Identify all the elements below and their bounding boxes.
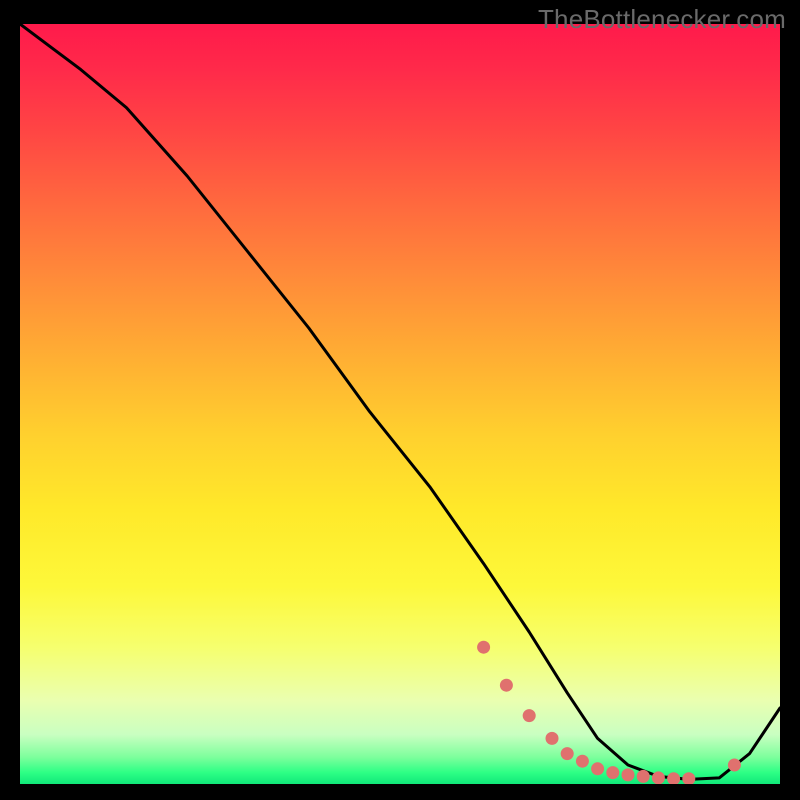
highlight-markers (477, 641, 741, 784)
marker-point (477, 641, 490, 654)
marker-point (682, 772, 695, 784)
plot-area (20, 24, 780, 784)
marker-point (576, 755, 589, 768)
marker-point (728, 759, 741, 772)
chart-frame: TheBottlenecker.com (0, 0, 800, 800)
marker-point (591, 762, 604, 775)
watermark-text: TheBottlenecker.com (538, 4, 786, 35)
marker-point (606, 766, 619, 779)
curve-layer (20, 24, 780, 784)
marker-point (523, 709, 536, 722)
marker-point (500, 679, 513, 692)
marker-point (546, 732, 559, 745)
bottleneck-curve (20, 24, 780, 779)
marker-point (561, 747, 574, 760)
marker-point (667, 772, 680, 784)
marker-point (652, 771, 665, 784)
marker-point (622, 768, 635, 781)
marker-point (637, 770, 650, 783)
